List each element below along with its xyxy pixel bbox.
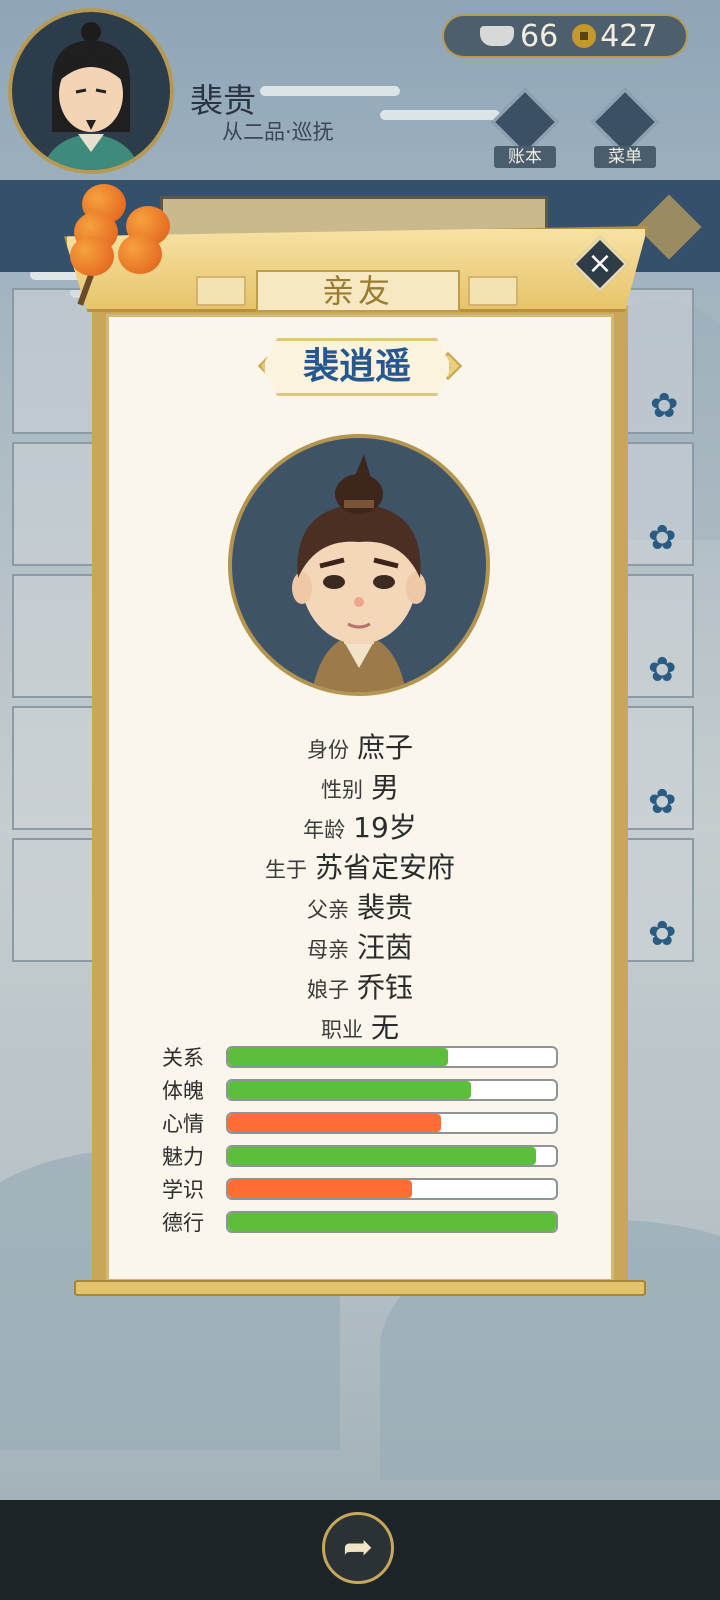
info-key: 身份 [306,738,349,762]
info-row: 生于 苏省定安府 [92,846,628,886]
info-key: 职业 [320,1018,363,1042]
info-key: 娘子 [306,978,349,1002]
popup-title: 亲友 [256,270,460,312]
flower-icon: ✿ [650,386,679,426]
persimmon-icon [118,234,162,274]
info-value: 男 [370,771,399,804]
scroll-roller [74,1280,646,1296]
info-key: 父亲 [306,898,349,922]
character-name: 裴逍遥 [262,338,452,396]
stat-bar [226,1145,558,1167]
share-button[interactable]: ➦ [322,1512,394,1584]
info-row: 年龄 19岁 [92,806,628,846]
info-row: 母亲 汪茵 [92,926,628,966]
coin-count: 427 [600,18,658,54]
currency-bar[interactable]: 66 427 [442,14,688,58]
stat-bar [226,1211,558,1233]
character-portrait [228,434,490,696]
info-value: 苏省定安府 [314,851,455,884]
player-name: 裴贵 [190,81,256,120]
stat-bar-fill [228,1048,448,1066]
share-icon: ➦ [342,1527,374,1568]
info-row: 职业无 [92,1006,628,1046]
copper-coin-icon [572,24,597,48]
flower-icon: ✿ [648,518,677,558]
info-key: 生于 [264,858,307,882]
close-icon: × [587,246,613,281]
ledger-button[interactable]: 账本 [490,88,560,168]
menu-button[interactable]: 菜单 [590,88,660,168]
stat-label: 德行 [162,1211,204,1235]
flower-icon: ✿ [648,914,677,954]
info-row: 父亲 裴贵 [92,886,628,926]
info-key: 母亲 [306,938,349,962]
ledger-label: 账本 [494,146,556,168]
stat-bar [226,1046,558,1068]
header-ornament [196,276,246,306]
stat-bar-fill [228,1081,471,1099]
stat-bar [226,1178,558,1200]
info-value: 乔钰 [356,971,413,1004]
stat-bar-fill [228,1180,412,1198]
stat-bar-fill [228,1213,556,1231]
info-value: 19岁 [353,811,417,844]
info-value: 庶子 [356,731,413,764]
player-rank: 从二品·巡抚 [222,120,334,144]
header-ornament [468,276,518,306]
persimmon-icon [70,236,114,276]
info-key: 性别 [320,778,363,802]
stat-bar-fill [228,1147,537,1165]
silver-ingot-icon [480,26,514,46]
stat-label: 关系 [162,1046,204,1070]
flower-icon: ✿ [648,782,677,822]
info-value: 无 [370,1011,399,1044]
stat-label: 体魄 [162,1079,204,1103]
player-avatar[interactable] [8,8,174,174]
info-row: 性别男 [92,766,628,806]
info-value: 汪茵 [356,931,413,964]
info-value: 裴贵 [356,891,413,924]
info-key: 年龄 [303,818,346,842]
flower-icon: ✿ [648,650,677,690]
menu-label: 菜单 [594,146,656,168]
stat-label: 魅力 [162,1145,204,1169]
stat-label: 心情 [162,1112,204,1136]
stat-bar [226,1079,558,1101]
stat-label: 学识 [162,1178,204,1202]
stat-bar-fill [228,1114,442,1132]
silver-count: 66 [520,18,559,54]
info-row: 身份 庶子 [92,726,628,766]
info-row: 娘子 乔钰 [92,966,628,1006]
stat-bar [226,1112,558,1134]
